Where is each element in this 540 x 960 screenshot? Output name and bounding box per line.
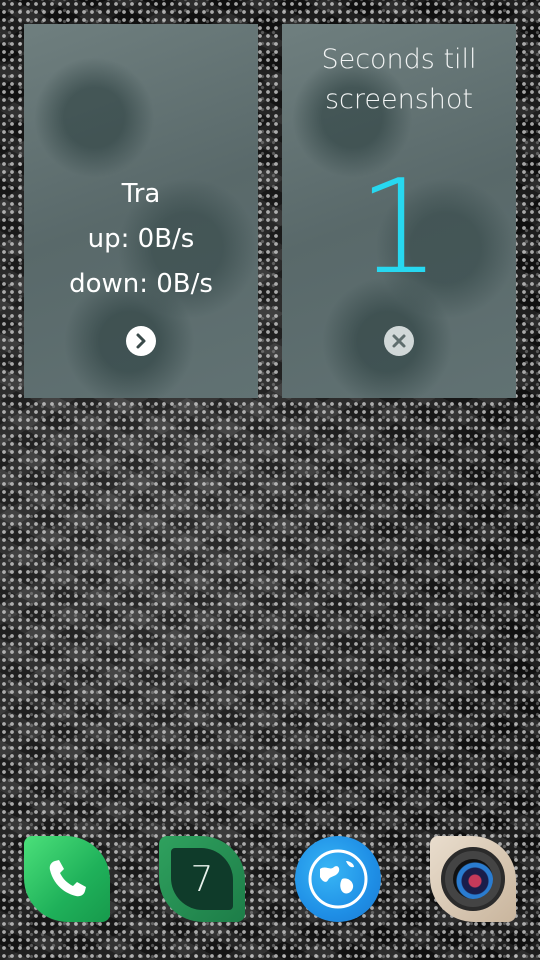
traffic-down-rate: down: 0B/s <box>69 269 213 299</box>
calendar-day: 7 <box>190 858 214 900</box>
camera-lens <box>453 859 493 899</box>
traffic-up-rate: up: 0B/s <box>87 224 195 254</box>
app-dock: 7 <box>0 836 540 926</box>
cover-next-button[interactable] <box>126 326 156 356</box>
globe-icon <box>308 849 368 909</box>
cover-close-button[interactable] <box>384 326 414 356</box>
traffic-app-cover[interactable]: Tra up: 0B/s down: 0B/s <box>24 24 258 398</box>
camera-icon <box>441 847 505 911</box>
countdown-number: 1 <box>357 151 441 303</box>
traffic-info: Tra up: 0B/s down: 0B/s <box>24 172 258 307</box>
camera-app[interactable] <box>430 836 516 922</box>
browser-app[interactable] <box>295 836 381 922</box>
chevron-right-icon <box>136 333 146 349</box>
phone-app[interactable] <box>24 836 110 922</box>
calendar-app[interactable]: 7 <box>159 836 245 922</box>
traffic-label: Tra <box>121 179 161 209</box>
close-icon <box>392 334 406 348</box>
cover-title: Seconds till screenshot <box>321 44 477 115</box>
calendar-icon: 7 <box>171 848 233 910</box>
screenshot-app-cover[interactable]: Seconds till screenshot 1 <box>282 24 516 398</box>
phone-icon <box>49 860 86 897</box>
home-screen: Tra up: 0B/s down: 0B/s Seconds till scr… <box>0 0 540 960</box>
